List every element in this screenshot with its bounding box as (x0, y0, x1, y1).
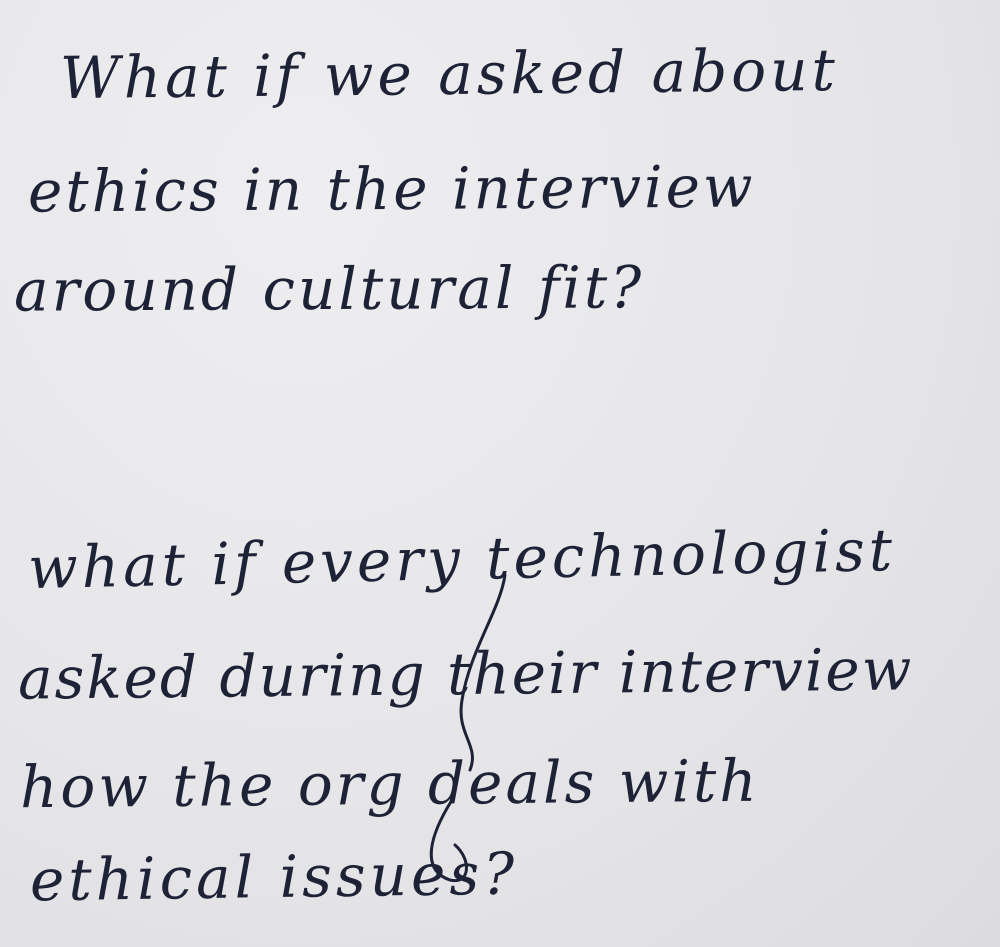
ink-descender-strokes (429, 573, 507, 883)
handwritten-note-paper: What if we asked about ethics in the int… (0, 0, 1000, 947)
